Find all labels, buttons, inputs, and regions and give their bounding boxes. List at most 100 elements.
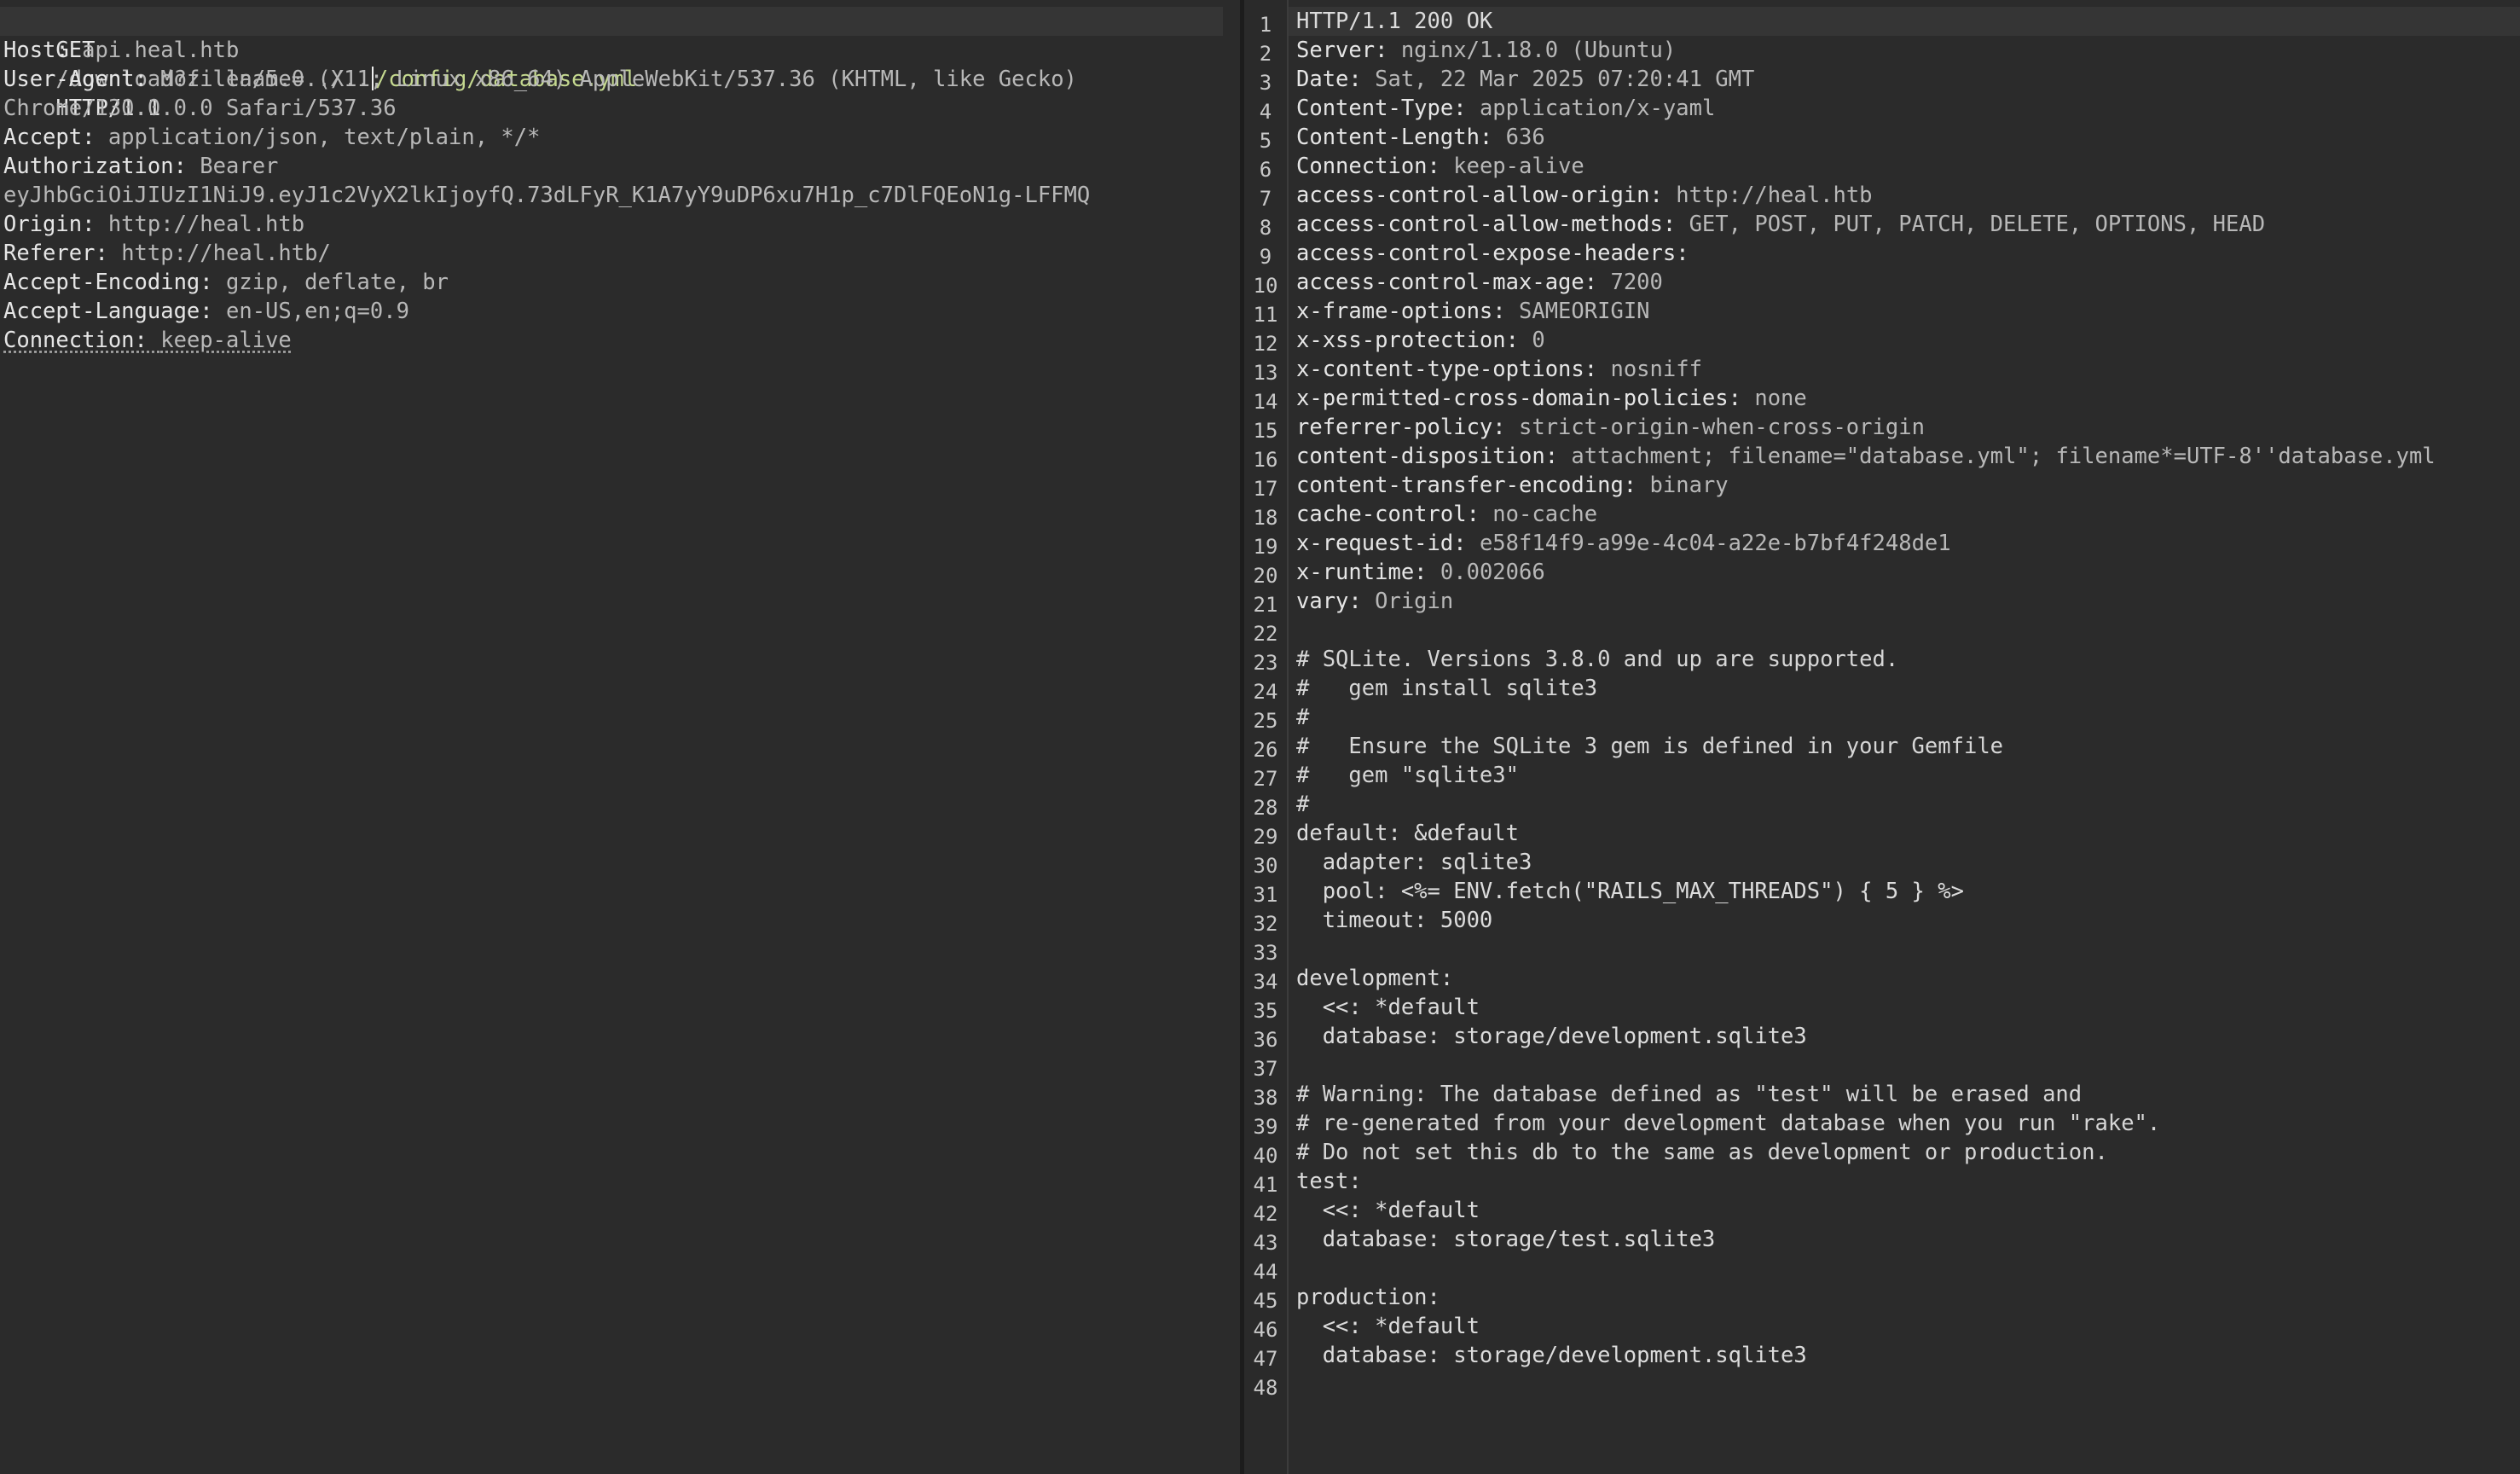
request-header-origin[interactable]: Origin: http://heal.htb [3, 210, 304, 239]
response-line[interactable]: <<: *default [1296, 993, 1480, 1022]
response-body-text: test: [1296, 1169, 1362, 1194]
line-number: 23 [1253, 651, 1278, 675]
line-number: 26 [1253, 738, 1278, 762]
response-line[interactable]: HTTP/1.1 200 OK [1296, 7, 1492, 36]
response-header-value: application/x-yaml [1479, 96, 1716, 121]
response-viewer[interactable]: HTTP/1.1 200 OK Server: nginx/1.18.0 (Ubu… [1289, 0, 2520, 1474]
response-line[interactable]: Server: nginx/1.18.0 (Ubuntu) [1296, 36, 1676, 65]
line-number: 25 [1253, 709, 1278, 733]
response-body-text: database: storage/test.sqlite3 [1296, 1227, 1716, 1252]
header-value: api.heal.htb [82, 38, 240, 63]
response-line[interactable]: x-content-type-options: nosniff [1296, 355, 1702, 384]
request-editor[interactable]: GET /download?filename=../../config/data… [0, 0, 1240, 1474]
line-number: 27 [1253, 767, 1278, 791]
response-line[interactable]: # gem "sqlite3" [1296, 761, 1519, 790]
response-line[interactable]: timeout: 5000 [1296, 906, 1493, 935]
response-line[interactable]: <<: *default [1296, 1196, 1480, 1225]
response-line[interactable]: test: [1296, 1167, 1362, 1196]
response-line[interactable]: x-frame-options: SAMEORIGIN [1296, 297, 1650, 326]
response-line[interactable]: access-control-expose-headers: [1296, 239, 1702, 268]
response-line[interactable]: # gem install sqlite3 [1296, 674, 1597, 703]
response-header-value: binary [1649, 473, 1729, 498]
response-line[interactable]: access-control-max-age: 7200 [1296, 268, 1663, 297]
response-line[interactable]: pool: <%= ENV.fetch("RAILS_MAX_THREADS")… [1296, 877, 1964, 906]
response-line[interactable]: # Warning: The database defined as "test… [1296, 1080, 2082, 1109]
response-line[interactable]: referrer-policy: strict-origin-when-cros… [1296, 413, 1925, 442]
response-line[interactable]: x-request-id: e58f14f9-a99e-4c04-a22e-b7… [1296, 529, 1951, 558]
request-header-authorization-token[interactable]: eyJhbGciOiJIUzI1NiJ9.eyJ1c2VyX2lkIjoyfQ.… [3, 181, 1090, 210]
line-number: 36 [1253, 1028, 1278, 1052]
response-line[interactable]: database: storage/development.sqlite3 [1296, 1341, 1807, 1370]
response-line[interactable]: x-permitted-cross-domain-policies: none [1296, 384, 1807, 413]
response-line[interactable]: access-control-allow-methods: GET, POST,… [1296, 210, 2265, 239]
response-header-key: vary: [1296, 589, 1362, 614]
line-number: 15 [1253, 419, 1278, 443]
request-header-referer[interactable]: Referer: http://heal.htb/ [3, 239, 331, 268]
response-header-key: Connection: [1296, 154, 1440, 179]
line-number: 9 [1259, 245, 1272, 269]
response-body-text: <<: *default [1296, 995, 1480, 1020]
line-number: 28 [1253, 796, 1278, 820]
response-header-value: Sat, 22 Mar 2025 07:20:41 GMT [1375, 67, 1755, 92]
response-line[interactable]: database: storage/test.sqlite3 [1296, 1225, 1716, 1254]
response-line[interactable]: # SQLite. Versions 3.8.0 and up are supp… [1296, 645, 1898, 674]
response-header-key: Content-Type: [1296, 96, 1467, 121]
response-line[interactable]: # [1296, 790, 1309, 819]
response-line[interactable]: # Ensure the SQLite 3 gem is defined in … [1296, 732, 2003, 761]
header-key: Referer: [3, 241, 108, 266]
response-header-value: nosniff [1610, 357, 1702, 382]
request-header-user-agent[interactable]: User-Agent: Mozilla/5.0 (X11; Linux x86_… [3, 65, 1077, 94]
request-header-user-agent-cont[interactable]: Chrome/130.0.0.0 Safari/537.36 [3, 94, 397, 123]
response-body-text: pool: <%= ENV.fetch("RAILS_MAX_THREADS")… [1296, 879, 1964, 904]
line-number: 32 [1253, 912, 1278, 936]
response-body-text: database: storage/development.sqlite3 [1296, 1024, 1807, 1049]
response-line[interactable]: Content-Length: 636 [1296, 123, 1545, 152]
request-header-connection[interactable]: Connection: keep-alive [3, 326, 292, 355]
header-key: Accept: [3, 125, 96, 150]
yaml-comment: # gem "sqlite3" [1296, 763, 1519, 788]
response-header-value: GET, POST, PUT, PATCH, DELETE, OPTIONS, … [1689, 212, 2266, 237]
response-line[interactable]: # [1296, 703, 1309, 732]
line-number: 11 [1253, 303, 1278, 327]
response-line[interactable]: database: storage/development.sqlite3 [1296, 1022, 1807, 1051]
response-line[interactable]: production: [1296, 1283, 1440, 1312]
line-number: 2 [1259, 42, 1272, 66]
response-line[interactable]: content-transfer-encoding: binary [1296, 471, 1729, 500]
response-line[interactable]: default: &default [1296, 819, 1519, 848]
request-header-accept[interactable]: Accept: application/json, text/plain, */… [3, 123, 540, 152]
request-header-accept-encoding[interactable]: Accept-Encoding: gzip, deflate, br [3, 268, 449, 297]
line-number: 21 [1253, 593, 1278, 617]
header-value: Mozilla/5.0 (X11; Linux x86_64) AppleWeb… [160, 67, 1077, 92]
response-line[interactable]: access-control-allow-origin: http://heal… [1296, 181, 1873, 210]
response-line[interactable]: vary: Origin [1296, 587, 1453, 616]
response-line[interactable]: development: [1296, 964, 1453, 993]
line-number: 37 [1253, 1057, 1278, 1081]
yaml-comment: # Ensure the SQLite 3 gem is defined in … [1296, 734, 2004, 759]
response-line[interactable]: content-disposition: attachment; filenam… [1296, 442, 2436, 471]
response-line[interactable]: Connection: keep-alive [1296, 152, 1584, 181]
response-header-value: keep-alive [1453, 154, 1584, 179]
response-line[interactable]: Content-Type: application/x-yaml [1296, 94, 1715, 123]
request-line[interactable]: GET /download?filename=../../config/data… [3, 7, 637, 121]
response-line[interactable]: <<: *default [1296, 1312, 1480, 1341]
line-number: 30 [1253, 854, 1278, 878]
line-number: 13 [1253, 361, 1278, 385]
request-header-host[interactable]: Host: api.heal.htb [3, 36, 239, 65]
response-line[interactable]: adapter: sqlite3 [1296, 848, 1532, 877]
response-line[interactable]: x-runtime: 0.002066 [1296, 558, 1545, 587]
response-line[interactable]: x-xss-protection: 0 [1296, 326, 1545, 355]
response-header-value: http://heal.htb [1676, 183, 1873, 208]
line-number: 1 [1259, 13, 1272, 37]
yaml-comment: # Do not set this db to the same as deve… [1296, 1140, 2108, 1165]
response-line[interactable]: # re-generated from your development dat… [1296, 1109, 2160, 1138]
response-line[interactable]: cache-control: no-cache [1296, 500, 1597, 529]
line-number: 12 [1253, 332, 1278, 356]
response-body-text: default: &default [1296, 821, 1519, 846]
response-line[interactable]: # Do not set this db to the same as deve… [1296, 1138, 2108, 1167]
response-header-value: strict-origin-when-cross-origin [1519, 415, 1925, 440]
line-number: 34 [1253, 970, 1278, 994]
response-line[interactable]: Date: Sat, 22 Mar 2025 07:20:41 GMT [1296, 65, 1754, 94]
request-header-authorization[interactable]: Authorization: Bearer [3, 152, 278, 181]
request-header-accept-language[interactable]: Accept-Language: en-US,en;q=0.9 [3, 297, 409, 326]
response-header-value: attachment; filename="database.yml"; fil… [1571, 444, 2436, 469]
